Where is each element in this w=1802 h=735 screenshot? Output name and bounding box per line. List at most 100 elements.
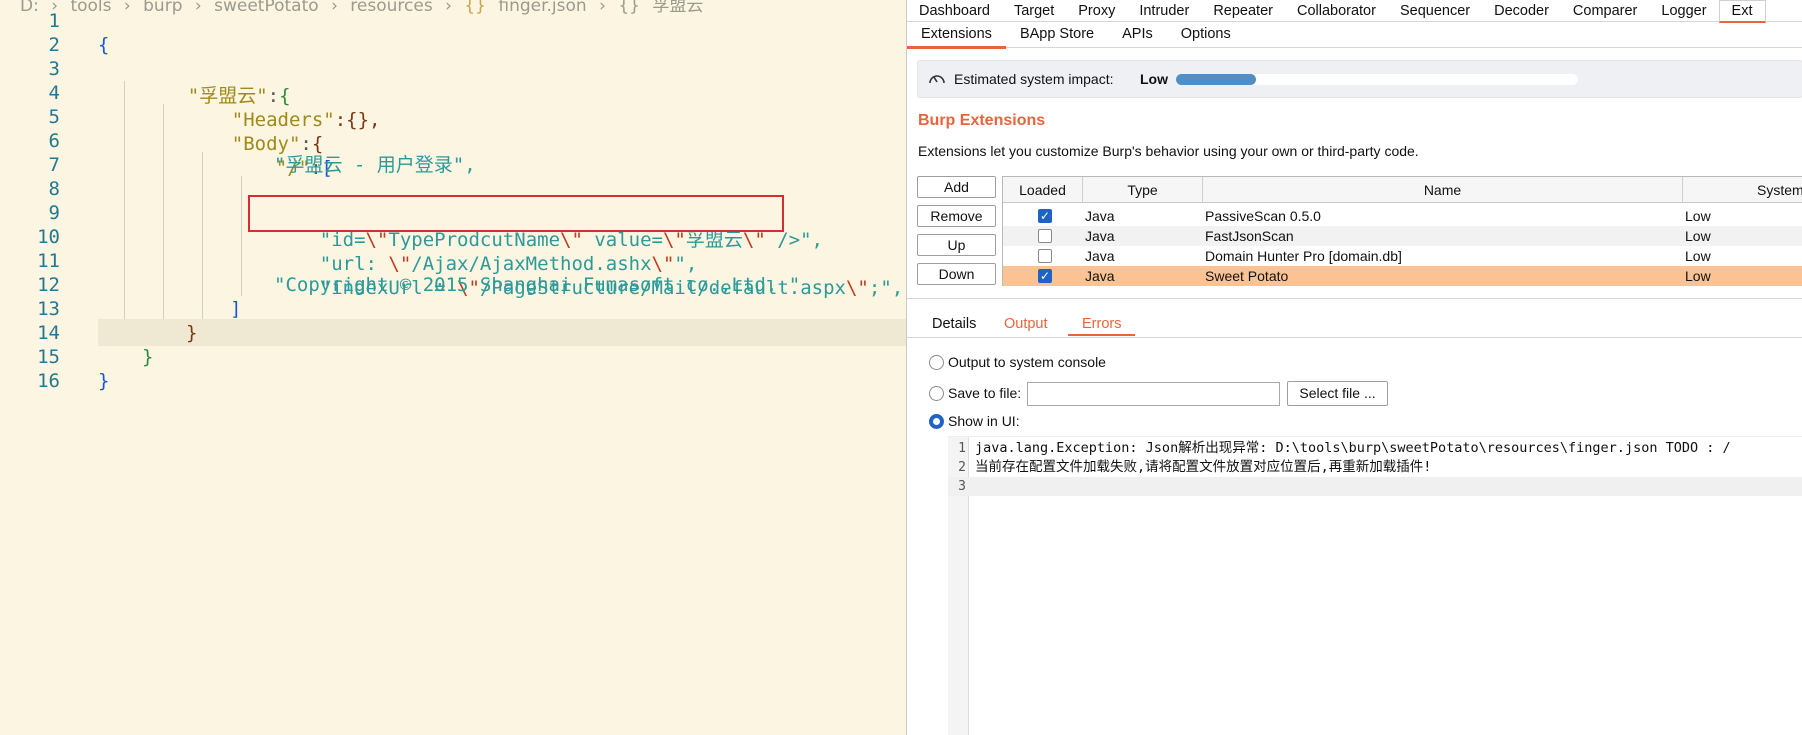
radio-label-ui: Show in UI: [948, 413, 1020, 429]
json-object-icon: {} [464, 0, 486, 16]
radio-save-file[interactable] [929, 386, 944, 401]
select-file-button[interactable]: Select file ... [1287, 381, 1388, 406]
code-line-2: { [98, 34, 110, 56]
impact-value: Low [1140, 71, 1168, 87]
line-number: 4 [48, 82, 60, 104]
system-impact-bar: Estimated system impact: Low [917, 60, 1802, 98]
line-number: 1 [48, 10, 60, 32]
json-object-icon: {} [618, 0, 640, 16]
column-header-loaded[interactable]: Loaded [1003, 177, 1083, 203]
radio-system-console[interactable] [929, 355, 944, 370]
tab-output[interactable]: Output [1004, 314, 1048, 334]
loaded-checkbox[interactable] [1038, 249, 1052, 263]
line-number: 14 [37, 322, 60, 344]
code-line-7: "孚盟云 - 用户登录", [274, 154, 476, 176]
section-description: Extensions let you customize Burp's beha… [918, 143, 1419, 159]
row-type: Java [1085, 268, 1115, 284]
json-string: ;", [868, 277, 904, 299]
loaded-checkbox[interactable]: ✓ [1038, 209, 1052, 223]
line-number: 6 [48, 130, 60, 152]
loaded-checkbox[interactable]: ✓ [1038, 269, 1052, 283]
down-button[interactable]: Down [917, 263, 996, 285]
tab-intruder[interactable]: Intruder [1127, 1, 1201, 21]
code-line-15: } [98, 370, 110, 392]
breadcrumb-part[interactable]: 孚盟云 [652, 0, 703, 16]
line-number: 9 [48, 202, 60, 224]
line-number: 7 [48, 154, 60, 176]
red-highlight-box [248, 195, 784, 232]
row-type: Java [1085, 208, 1115, 224]
row-system: Low [1685, 208, 1711, 224]
remove-button[interactable]: Remove [917, 205, 996, 227]
breadcrumb-part[interactable]: sweetPotato [214, 0, 319, 16]
breadcrumb-part[interactable]: burp [143, 0, 182, 16]
line-number: 5 [48, 106, 60, 128]
breadcrumb-part[interactable]: resources [350, 0, 432, 16]
tab-proxy[interactable]: Proxy [1066, 1, 1127, 21]
split-divider[interactable] [907, 298, 1802, 299]
save-file-input[interactable] [1027, 382, 1280, 406]
extensions-table: Loaded Type Name System ✓ Java PassiveSc… [1002, 176, 1802, 286]
extender-sub-tab-bar: Extensions BApp Store APIs Options [907, 22, 1802, 49]
up-button[interactable]: Up [917, 234, 996, 256]
tab-target[interactable]: Target [1002, 1, 1066, 21]
tab-errors[interactable]: Errors [1068, 314, 1136, 336]
row-name: FastJsonScan [1205, 228, 1294, 244]
code-line-12: ] [230, 298, 242, 320]
impact-progress-fill [1176, 74, 1257, 85]
table-header: Loaded Type Name System [1003, 177, 1802, 203]
tab-bapp-store[interactable]: BApp Store [1006, 22, 1108, 46]
tab-collaborator[interactable]: Collaborator [1285, 1, 1388, 21]
line-number: 3 [48, 58, 60, 80]
console-line-number: 3 [958, 479, 966, 494]
row-name: Domain Hunter Pro [domain.db] [1205, 248, 1402, 264]
json-escape: \" [845, 277, 869, 299]
error-console[interactable]: 1 java.lang.Exception: Json解析出现异常: D:\to… [948, 436, 1802, 735]
tab-apis[interactable]: APIs [1108, 22, 1167, 46]
column-header-system[interactable]: System [1683, 177, 1802, 203]
tab-logger[interactable]: Logger [1649, 1, 1718, 21]
breadcrumb-sep: › [445, 0, 452, 16]
row-type: Java [1085, 228, 1115, 244]
row-name: PassiveScan 0.5.0 [1205, 208, 1321, 224]
indent-guide [124, 81, 125, 319]
tab-comparer[interactable]: Comparer [1561, 1, 1649, 21]
burp-extender-panel: Dashboard Target Proxy Intruder Repeater Coll… [906, 0, 1802, 735]
radio-show-ui[interactable] [929, 414, 944, 429]
tab-decoder[interactable]: Decoder [1482, 1, 1561, 21]
row-system: Low [1685, 248, 1711, 264]
table-row[interactable]: ✓ Java PassiveScan 0.5.0 Low [1003, 206, 1802, 226]
tab-repeater[interactable]: Repeater [1201, 1, 1285, 21]
table-row[interactable]: Java Domain Hunter Pro [domain.db] Low [1003, 246, 1802, 266]
code-editor[interactable]: D: › tools › burp › sweetPotato › resour… [0, 0, 906, 735]
console-line-number: 1 [958, 441, 966, 456]
breadcrumb: D: › tools › burp › sweetPotato › resour… [20, 0, 710, 16]
table-row[interactable]: Java FastJsonScan Low [1003, 226, 1802, 246]
breadcrumb-part[interactable]: finger.json [498, 0, 586, 16]
loaded-checkbox[interactable] [1038, 229, 1052, 243]
breadcrumb-part[interactable]: tools [70, 0, 111, 16]
add-button[interactable]: Add [917, 176, 996, 198]
row-type: Java [1085, 248, 1115, 264]
output-tab-bar: Details Output Errors [907, 310, 1802, 338]
console-line-text: 当前存在配置文件加载失败,请将配置文件放置对应位置后,再重新加载插件! [975, 459, 1432, 475]
radio-label-save: Save to file: [948, 385, 1022, 401]
line-number: 11 [37, 250, 60, 272]
tab-extender[interactable]: Ext [1718, 0, 1766, 23]
tab-extensions[interactable]: Extensions [907, 22, 1006, 49]
row-system: Low [1685, 268, 1711, 284]
tab-options[interactable]: Options [1167, 22, 1245, 46]
tab-details[interactable]: Details [932, 314, 976, 334]
row-name: Sweet Potato [1205, 268, 1289, 284]
console-line-number: 2 [958, 460, 966, 475]
line-number: 16 [37, 370, 60, 392]
row-system: Low [1685, 228, 1711, 244]
column-header-name[interactable]: Name [1203, 177, 1683, 203]
table-row-selected[interactable]: ✓ Java Sweet Potato Low [1003, 266, 1802, 286]
tab-sequencer[interactable]: Sequencer [1388, 1, 1482, 21]
code-line-14: } [142, 346, 154, 368]
column-header-type[interactable]: Type [1083, 177, 1203, 203]
tab-dashboard[interactable]: Dashboard [907, 1, 1002, 21]
code-line-11: "Copyright © 2015 Shanghai Fumasoft co.,… [274, 274, 801, 296]
console-line-current: 3 [948, 477, 1802, 496]
